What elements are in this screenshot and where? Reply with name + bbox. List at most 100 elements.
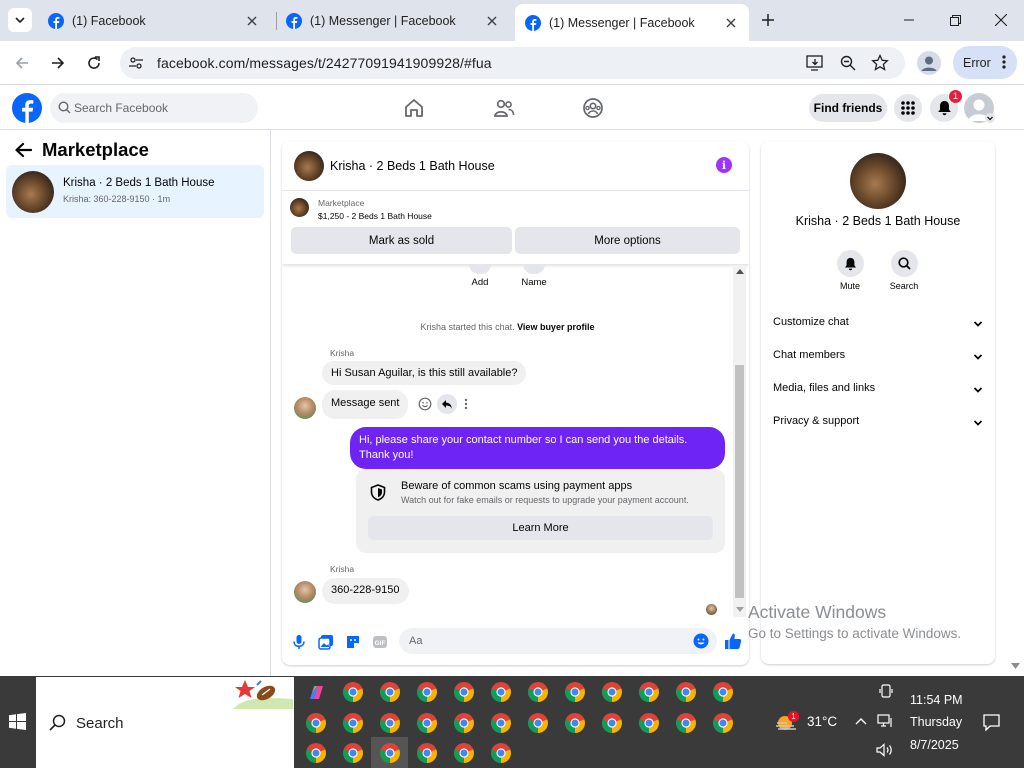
microphone-icon[interactable] [291,634,307,650]
find-friends-button[interactable]: Find friends [809,94,887,122]
chat-thumbnail[interactable] [294,151,324,181]
close-window-button[interactable] [978,0,1024,40]
gif-icon[interactable]: GIF [372,634,388,650]
sender-avatar[interactable] [294,581,316,603]
chrome-taskbar-icon[interactable] [305,712,327,734]
like-icon[interactable] [724,632,742,650]
account-chevron-icon[interactable] [985,113,995,123]
search-highlight-widget-icon[interactable] [233,677,293,709]
scroll-up-arrow-icon[interactable] [736,269,744,274]
zoom-icon[interactable] [839,54,857,72]
chrome-taskbar-icon[interactable] [490,681,512,703]
chrome-taskbar-icon[interactable] [453,681,475,703]
notification-center-icon[interactable] [983,714,1000,731]
privacy-support-section[interactable]: Privacy & support [773,415,985,435]
photo-icon[interactable] [318,634,334,650]
volume-icon[interactable] [876,743,894,757]
install-app-icon[interactable] [806,54,824,72]
chrome-taskbar-icon[interactable] [712,712,734,734]
info-icon[interactable]: i [716,157,732,173]
address-bar[interactable]: facebook.com/messages/t/2427709194190992… [120,47,905,79]
learn-more-button[interactable]: Learn More [368,516,713,540]
chrome-taskbar-icon[interactable] [379,681,401,703]
tab-close-icon[interactable] [723,15,739,31]
chrome-taskbar-icon[interactable] [527,712,549,734]
facebook-search-input[interactable] [74,93,254,123]
scroll-down-arrow-icon[interactable] [736,607,744,612]
weather-temperature[interactable]: 31°C [807,714,837,729]
chrome-taskbar-icon[interactable] [675,712,697,734]
listing-thumbnail-large[interactable] [850,153,906,209]
chrome-taskbar-icon[interactable] [490,742,512,764]
tab-search-button[interactable] [8,8,32,32]
friends-icon[interactable] [493,97,515,119]
sender-avatar[interactable] [294,397,316,419]
browser-profile-icon[interactable] [917,51,941,75]
chrome-taskbar-icon[interactable] [342,712,364,734]
chat-members-section[interactable]: Chat members [773,349,985,369]
chrome-taskbar-icon[interactable] [601,712,623,734]
menu-button[interactable] [894,94,922,122]
windows-start-icon[interactable] [9,713,26,730]
more-vertical-icon[interactable] [464,398,468,410]
tab-close-icon[interactable] [484,13,500,29]
chrome-taskbar-icon[interactable] [490,712,512,734]
copilot-icon[interactable] [305,682,327,704]
chrome-taskbar-icon[interactable] [305,742,327,764]
chrome-taskbar-icon[interactable] [379,742,401,764]
chrome-taskbar-icon[interactable] [564,681,586,703]
listing-price-title[interactable]: $1,250 - 2 Beds 1 Bath House [318,211,432,221]
facebook-logo-icon[interactable] [12,93,42,123]
tab-close-icon[interactable] [244,13,260,29]
chrome-taskbar-icon[interactable] [416,742,438,764]
conversation-item[interactable]: Krisha · 2 Beds 1 Bath House Krisha: 360… [6,165,264,218]
emoji-icon[interactable] [693,633,709,649]
message-scrollbar[interactable] [733,265,746,617]
chrome-taskbar-icon[interactable] [453,742,475,764]
chrome-taskbar-icon[interactable] [453,712,475,734]
bookmark-star-icon[interactable] [871,54,889,72]
restore-button[interactable] [932,0,978,40]
chrome-taskbar-icon[interactable] [675,681,697,703]
page-scroll-down-arrow-icon[interactable] [1011,663,1020,670]
name-action[interactable]: Name [511,264,557,288]
facebook-search[interactable] [50,93,258,123]
profile-error-button[interactable]: Error [953,46,1017,79]
search-in-chat-button[interactable]: Search [884,250,924,291]
chrome-taskbar-icon[interactable] [564,712,586,734]
chat-title[interactable]: Krisha · 2 Beds 1 Bath House [330,159,495,173]
forward-button[interactable] [44,49,72,77]
message-input[interactable] [409,628,679,654]
chrome-taskbar-icon[interactable] [638,712,660,734]
groups-icon[interactable] [582,97,604,119]
message-list[interactable]: Add Name Krisha started this chat. View … [282,264,733,624]
mark-as-sold-button[interactable]: Mark as sold [291,227,512,254]
phone-link-icon[interactable] [879,684,893,698]
chrome-taskbar-icon[interactable] [342,742,364,764]
taskbar-search[interactable]: Search [36,677,294,768]
clock-date[interactable]: 8/7/2025 [910,738,959,752]
browser-tab-2[interactable]: (1) Messenger | Facebook [276,4,510,37]
minimize-button[interactable] [886,0,932,40]
chrome-taskbar-icon[interactable] [416,681,438,703]
browser-tab-3-active[interactable]: (1) Messenger | Facebook [515,4,749,41]
chrome-taskbar-icon[interactable] [601,681,623,703]
mute-button[interactable]: Mute [830,250,870,291]
chrome-taskbar-icon[interactable] [416,712,438,734]
customize-chat-section[interactable]: Customize chat [773,316,985,336]
clock-day[interactable]: Thursday [910,715,962,729]
home-icon[interactable] [403,97,425,119]
new-tab-button[interactable] [758,10,778,30]
show-hidden-icons-chevron-icon[interactable] [855,717,867,725]
back-button[interactable] [8,49,36,77]
chrome-taskbar-icon[interactable] [342,681,364,703]
scrollbar-thumb[interactable] [735,365,744,598]
media-files-links-section[interactable]: Media, files and links [773,382,985,402]
back-arrow-icon[interactable] [14,142,32,158]
more-options-button[interactable]: More options [515,227,740,254]
reload-button[interactable] [80,49,108,77]
site-info-icon[interactable] [128,55,144,71]
add-action[interactable]: Add [457,264,503,288]
message-bubble-incoming[interactable]: Hi Susan Aguilar, is this still availabl… [322,361,527,385]
message-bubble-incoming[interactable]: Message sent [322,390,409,419]
